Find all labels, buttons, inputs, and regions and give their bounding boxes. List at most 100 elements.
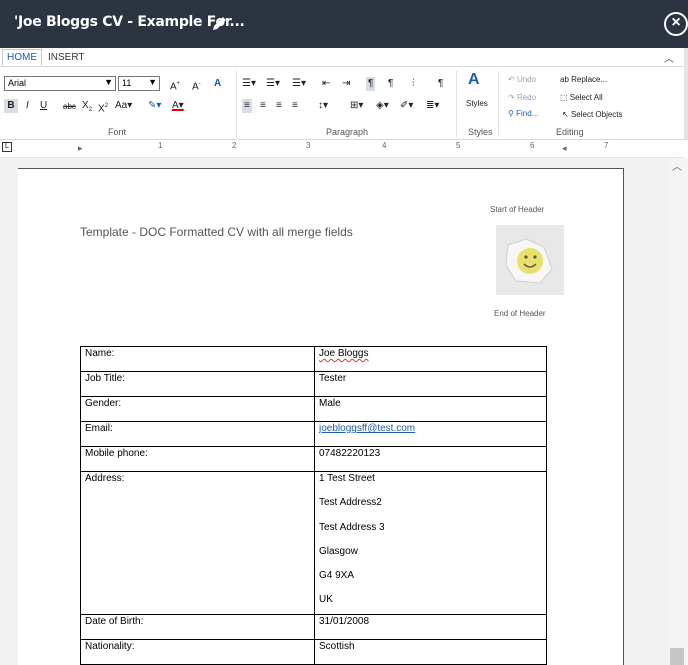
address-line: UK <box>319 594 333 606</box>
font-size-select[interactable]: 11 ▼ <box>118 76 160 91</box>
ruler-mark: 5 <box>456 141 461 150</box>
ruler-mark: 4 <box>382 141 387 150</box>
table-cell-address[interactable]: 1 Test Street Test Address2 Test Address… <box>314 470 547 616</box>
ruler[interactable]: L 1 2 3 4 5 6 7 ▸ ◂ <box>0 140 684 158</box>
right-indent-marker[interactable]: ◂ <box>562 143 567 154</box>
ruler-mark: 3 <box>306 141 311 150</box>
line-spacing-icon[interactable]: ↕▾ <box>318 99 328 113</box>
replace-button[interactable]: ab Replace... <box>560 73 607 87</box>
find-label: Find... <box>516 109 539 118</box>
grow-font-button[interactable]: A+ <box>170 77 180 94</box>
scrollbar-thumb[interactable] <box>670 648 684 665</box>
select-all-label: Select All <box>569 93 603 102</box>
pencil-icon[interactable] <box>210 13 230 33</box>
superscript-button[interactable]: X2 <box>98 99 108 116</box>
chevron-down-icon: ▼ <box>104 77 113 87</box>
align-right-icon[interactable]: ≡ <box>276 99 282 113</box>
strikethrough-button[interactable]: abc <box>63 100 76 114</box>
table-cell-value[interactable]: Male <box>314 396 547 422</box>
chevron-up-icon[interactable]: ︿ <box>664 50 674 65</box>
table-row: Email: joebloggsff@test.com <box>80 421 547 447</box>
header-end-marker: End of Header <box>494 309 546 318</box>
separator <box>236 71 237 137</box>
clear-formatting-button[interactable]: A <box>214 77 221 91</box>
pen-color-icon[interactable]: ✐▾ <box>400 99 413 113</box>
table-cell-label[interactable]: Email: <box>80 421 315 447</box>
document-area[interactable]: Start of Header Template - DOC Formatted… <box>0 158 668 665</box>
table-cell-label[interactable]: Nationality: <box>80 639 315 665</box>
table-cell-value[interactable]: 07482220123 <box>314 446 547 472</box>
address-line: G4 9XA <box>319 570 355 582</box>
shrink-font-button[interactable]: A- <box>192 77 201 94</box>
show-marks-icon[interactable]: ¶ <box>438 77 443 91</box>
ribbon: Arial ▼ 11 ▼ A+ A- A B I U abc X2 X2 Aa▾ ✎… <box>0 66 684 140</box>
table-row: Name: Joe Bloggs <box>80 346 547 372</box>
bullets-icon[interactable]: ☰▾ <box>242 77 256 91</box>
address-line: 1 Test Street <box>319 473 375 484</box>
table-cell-label[interactable]: Job Title: <box>80 371 315 397</box>
separator <box>498 71 499 137</box>
vertical-scrollbar[interactable]: ︿ <box>668 158 688 665</box>
name-value: Joe Bloggs <box>319 348 369 359</box>
table-cell-value[interactable]: Tester <box>314 371 547 397</box>
bold-button[interactable]: B <box>4 99 18 113</box>
table-cell-label[interactable]: Mobile phone: <box>80 446 315 472</box>
font-color-button[interactable]: A▾ <box>172 99 184 113</box>
increase-indent-icon[interactable]: ⇥ <box>342 77 350 91</box>
separator <box>456 71 457 137</box>
select-all-button[interactable]: ⬚ Select All <box>560 91 603 105</box>
ruler-mark: 7 <box>604 141 609 150</box>
change-case-button[interactable]: Aa▾ <box>115 99 132 113</box>
table-cell-value[interactable]: Joe Bloggs <box>314 346 547 372</box>
select-objects-button[interactable]: ↖ Select Objects <box>562 108 623 122</box>
table-row: Job Title: Tester <box>80 371 547 397</box>
close-button[interactable]: × <box>664 12 688 36</box>
scroll-up-icon[interactable]: ︿ <box>672 158 682 173</box>
justify-icon[interactable]: ≡ <box>292 99 298 113</box>
ruler-mark: 6 <box>530 141 535 150</box>
table-cell-value[interactable]: 31/01/2008 <box>314 614 547 641</box>
table-cell-label[interactable]: Address: <box>80 470 315 616</box>
header-logo-image[interactable] <box>496 225 564 295</box>
undo-button[interactable]: ↶ Undo <box>508 73 536 87</box>
table-cell-label[interactable]: Gender: <box>80 396 315 422</box>
align-center-icon[interactable]: ≡ <box>260 99 266 113</box>
numbering-icon[interactable]: ☰▾ <box>266 77 280 91</box>
tab-stop-icon[interactable]: L <box>2 142 12 152</box>
undo-label: Undo <box>516 75 537 84</box>
font-family-value: Arial <box>8 78 27 88</box>
align-left-icon[interactable]: ≡ <box>242 99 252 113</box>
line-weight-icon[interactable]: ≣▾ <box>426 99 439 113</box>
chevron-down-icon: ▼ <box>148 77 157 87</box>
styles-icon[interactable]: A <box>468 72 480 88</box>
ruler-ticks <box>14 146 634 148</box>
styles-button-label[interactable]: Styles <box>466 97 488 111</box>
template-text[interactable]: Template - DOC Formatted CV with all mer… <box>80 225 353 239</box>
smiley-face-icon <box>496 225 564 295</box>
table-cell-value[interactable]: joebloggsff@test.com <box>314 421 547 447</box>
underline-button[interactable]: U <box>40 99 47 113</box>
highlight-icon[interactable]: ✎▾ <box>148 99 161 113</box>
tab-home[interactable]: HOME <box>2 49 42 66</box>
rtl-icon[interactable]: ¶ <box>388 77 393 91</box>
ribbon-scrollbar[interactable] <box>684 48 688 140</box>
ltr-icon[interactable]: ¶ <box>366 77 376 91</box>
font-family-select[interactable]: Arial ▼ <box>4 76 116 91</box>
left-indent-marker[interactable]: ▸ <box>78 143 83 154</box>
decrease-indent-icon[interactable]: ⇤ <box>322 77 330 91</box>
table-cell-label[interactable]: Date of Birth: <box>80 614 315 641</box>
borders-icon[interactable]: ⊞▾ <box>350 99 363 113</box>
styles-group-label: Styles <box>468 127 493 137</box>
table-cell-value[interactable]: Scottish <box>314 639 547 665</box>
document-page[interactable]: Start of Header Template - DOC Formatted… <box>18 168 624 665</box>
multilevel-list-icon[interactable]: ☰▾ <box>292 77 306 91</box>
find-button[interactable]: ⚲ Find... <box>508 107 538 121</box>
email-link[interactable]: joebloggsff@test.com <box>319 423 415 434</box>
sort-icon[interactable]: ⫶ <box>412 77 415 91</box>
redo-button[interactable]: ↷ Redo <box>508 91 536 105</box>
tab-insert[interactable]: INSERT <box>48 52 85 63</box>
italic-button[interactable]: I <box>26 99 29 113</box>
shading-icon[interactable]: ◈▾ <box>376 99 389 113</box>
table-cell-label[interactable]: Name: <box>80 346 315 372</box>
subscript-button[interactable]: X2 <box>82 99 92 117</box>
